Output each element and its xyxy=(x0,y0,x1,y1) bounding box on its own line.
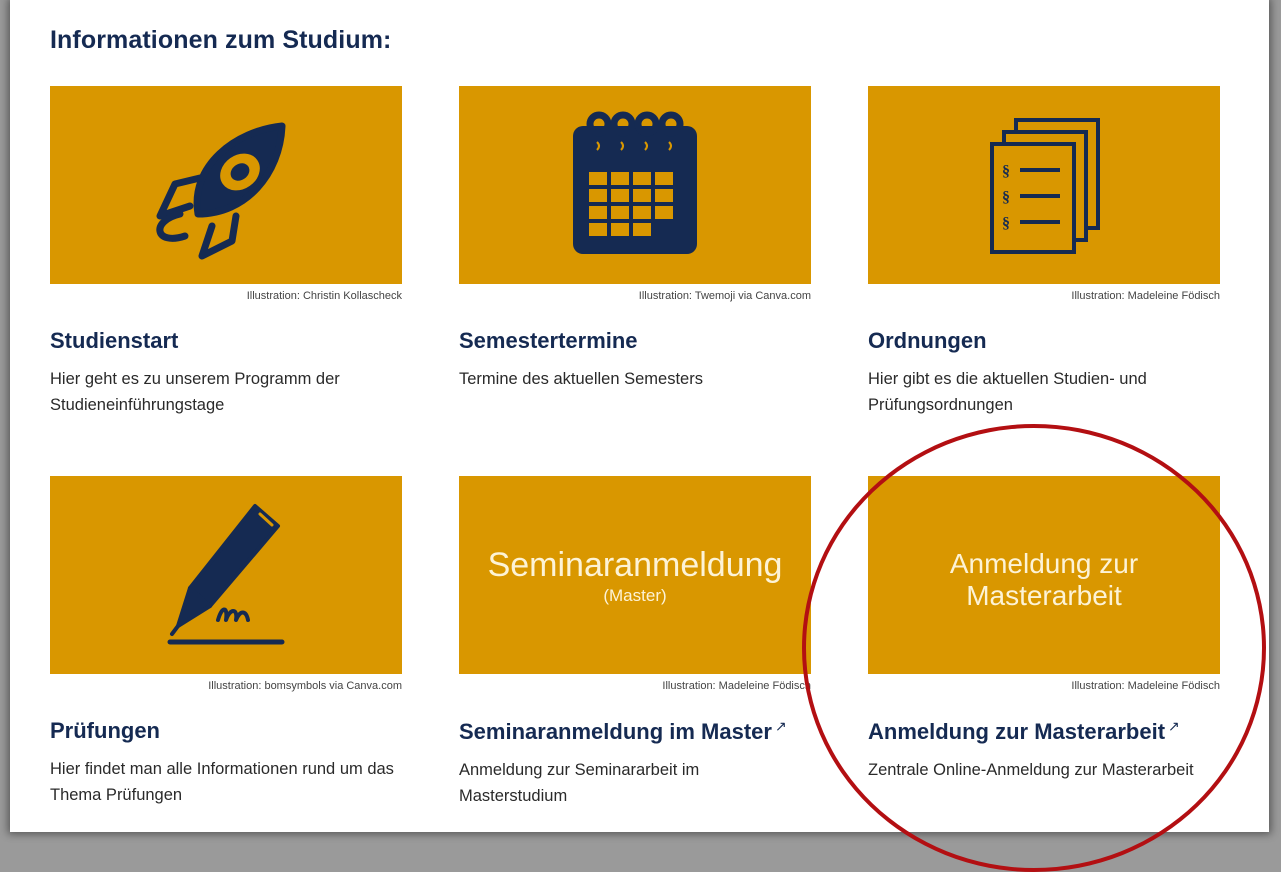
fountain-pen-icon xyxy=(167,504,285,645)
card-studienstart[interactable]: Illustration: Christin Kollascheck Studi… xyxy=(50,86,402,418)
card-seminaranmeldung[interactable]: Seminaranmeldung (Master) Illustration: … xyxy=(459,476,811,809)
external-link-icon: ↗ xyxy=(1168,718,1180,734)
card-image[interactable]: § § § xyxy=(868,86,1220,284)
card-image[interactable]: Anmeldung zur Masterarbeit xyxy=(868,476,1220,674)
content-frame: Informationen zum Studium: Illustration:… xyxy=(10,0,1269,832)
image-credit: Illustration: Twemoji via Canva.com xyxy=(638,290,811,302)
section-heading: Informationen zum Studium: xyxy=(50,26,392,54)
tile-label-line2: Masterarbeit xyxy=(966,580,1122,611)
card-image[interactable] xyxy=(459,86,811,284)
card-title[interactable]: Ordnungen xyxy=(868,328,1220,354)
svg-text:§: § xyxy=(1002,215,1010,232)
image-credit: Illustration: bomsymbols via Canva.com xyxy=(208,680,402,692)
card-title[interactable]: Studienstart xyxy=(50,328,402,354)
card-image[interactable] xyxy=(50,86,402,284)
card-pruefungen[interactable]: Illustration: bomsymbols via Canva.com P… xyxy=(50,476,402,808)
card-description: Hier findet man alle Informationen rund … xyxy=(50,760,394,804)
tile-sublabel: (Master) xyxy=(603,586,667,605)
card-description: Anmeldung zur Seminararbeit im Masterstu… xyxy=(459,761,700,805)
image-credit: Illustration: Madeleine Födisch xyxy=(662,680,811,692)
card-description: Hier geht es zu unserem Programm der Stu… xyxy=(50,370,340,414)
svg-text:§: § xyxy=(1002,189,1010,206)
documents-icon: § § § xyxy=(990,118,1100,254)
tile-label: Seminaranmeldung xyxy=(487,546,783,584)
card-semestertermine[interactable]: Illustration: Twemoji via Canva.com Seme… xyxy=(459,86,811,392)
card-description: Zentrale Online-Anmeldung zur Masterarbe… xyxy=(868,761,1194,779)
rocket-icon xyxy=(156,122,286,260)
card-description: Termine des aktuellen Semesters xyxy=(459,370,703,388)
card-masterarbeit[interactable]: Anmeldung zur Masterarbeit Illustration:… xyxy=(868,476,1220,783)
card-image[interactable] xyxy=(50,476,402,674)
calendar-icon xyxy=(573,111,697,254)
svg-text:§: § xyxy=(1002,163,1010,180)
external-link-icon: ↗ xyxy=(774,718,787,734)
card-ordnungen[interactable]: § § § Illustration: Madeleine Födisch Ordn… xyxy=(868,86,1220,418)
card-title[interactable]: Prüfungen xyxy=(50,718,402,744)
image-credit: Illustration: Madeleine Födisch xyxy=(1071,680,1220,692)
card-title[interactable]: Semestertermine xyxy=(459,328,811,354)
card-title[interactable]: Anmeldung zur Masterarbeit ↗ xyxy=(868,718,1220,745)
tile-label-line1: Anmeldung zur xyxy=(949,548,1139,579)
image-credit: Illustration: Madeleine Födisch xyxy=(1071,290,1220,302)
card-description: Hier gibt es die aktuellen Studien- und … xyxy=(868,370,1147,414)
card-image[interactable]: Seminaranmeldung (Master) xyxy=(459,476,811,674)
image-credit: Illustration: Christin Kollascheck xyxy=(246,290,402,302)
card-title[interactable]: Seminaranmeldung im Master ↗ xyxy=(459,718,811,745)
